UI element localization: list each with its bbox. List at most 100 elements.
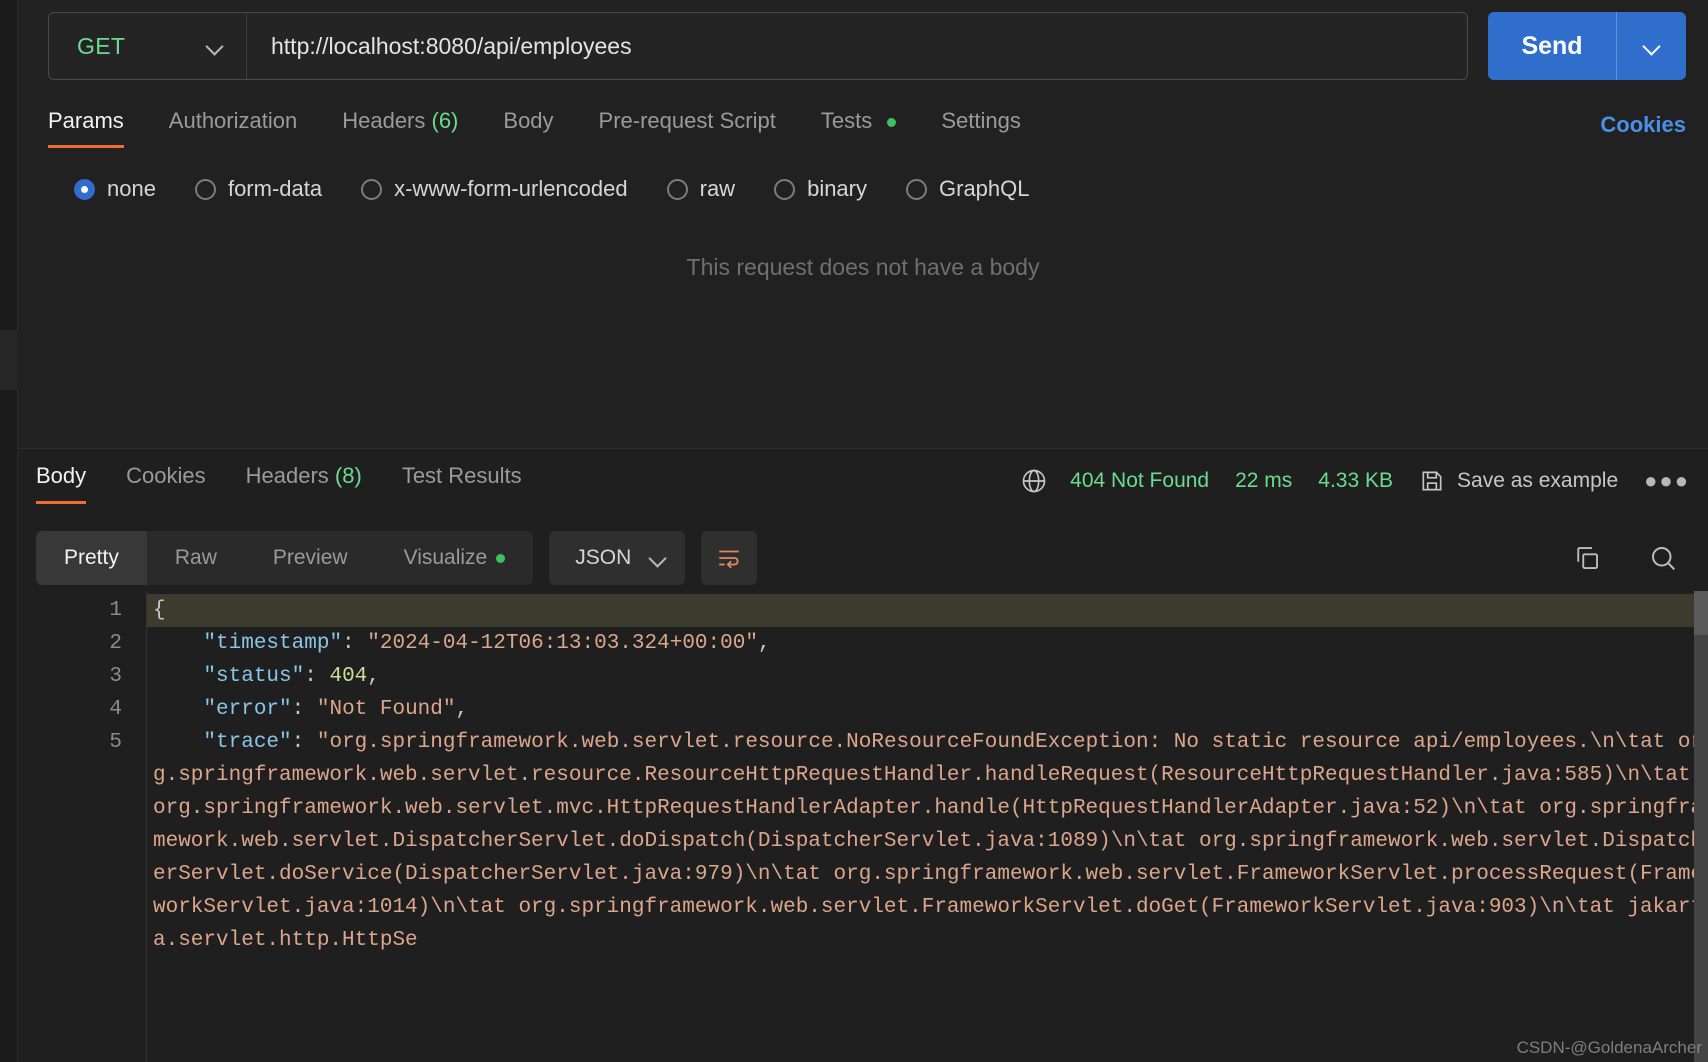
tab-label: Pre-request Script xyxy=(598,108,776,133)
radio-label: form-data xyxy=(227,176,323,201)
format-preview[interactable]: Preview xyxy=(245,531,376,585)
response-tab-body[interactable]: Body xyxy=(36,463,87,504)
postman-app-window: GET Send Params Authorization Headers xyxy=(0,0,1708,1062)
method-selector[interactable]: GET xyxy=(49,13,247,79)
body-type-raw[interactable]: raw xyxy=(666,176,735,202)
response-panel: Body Cookies Headers (8) Test Results 40… xyxy=(18,449,1708,1062)
status-code-text: 404 Not Found xyxy=(1070,469,1210,492)
tab-body[interactable]: Body xyxy=(503,108,553,148)
code-line-3: "status": 404, xyxy=(203,665,380,688)
response-scrollbar[interactable] xyxy=(1694,591,1708,1062)
tab-label: Settings xyxy=(941,108,1021,133)
radio-icon xyxy=(774,178,796,200)
tab-headers[interactable]: Headers (6) xyxy=(342,108,458,148)
format-label: Pretty xyxy=(64,546,119,569)
json-key-trace: "trace" xyxy=(203,731,292,754)
format-label: Preview xyxy=(272,546,348,569)
body-type-graphql[interactable]: GraphQL xyxy=(906,176,1030,202)
response-tab-test-results[interactable]: Test Results xyxy=(402,463,522,504)
url-bar: GET xyxy=(48,12,1468,80)
json-key-error: "error" xyxy=(203,698,292,721)
scrollbar-track[interactable] xyxy=(1694,635,1708,1062)
scrollbar-thumb[interactable] xyxy=(1694,591,1708,635)
line-number: 1 xyxy=(109,599,122,622)
response-body-viewer[interactable]: 1 2 3 4 5 { "timestamp": "2024-04-12T06:… xyxy=(36,591,1708,1062)
format-pretty[interactable]: Pretty xyxy=(36,531,147,585)
send-button[interactable]: Send xyxy=(1488,12,1616,80)
method-label: GET xyxy=(77,32,126,59)
line-number: 4 xyxy=(109,698,122,721)
cookies-link[interactable]: Cookies xyxy=(1600,112,1686,138)
radio-label: none xyxy=(107,176,156,201)
format-raw[interactable]: Raw xyxy=(147,531,245,585)
tab-label: Headers xyxy=(245,463,329,488)
body-type-radio-group: none form-data x-www-form-urlencoded raw… xyxy=(74,176,1069,202)
radio-icon xyxy=(666,178,688,200)
json-code[interactable]: { "timestamp": "2024-04-12T06:13:03.324+… xyxy=(146,591,1708,1062)
radio-label: binary xyxy=(807,176,867,201)
tab-params[interactable]: Params xyxy=(48,108,124,148)
response-tool-icons xyxy=(1572,543,1690,573)
save-icon xyxy=(1422,471,1442,491)
ellipsis-icon[interactable]: ●●● xyxy=(1644,468,1690,494)
tab-authorization[interactable]: Authorization xyxy=(169,108,297,148)
watermark: CSDN-@GoldenaArcher xyxy=(1516,1038,1702,1057)
json-value-error: "Not Found" xyxy=(316,698,456,721)
request-tabs: Params Authorization Headers (6) Body Pr… xyxy=(48,100,1686,156)
radio-icon xyxy=(74,178,95,200)
chevron-down-icon xyxy=(1643,37,1661,55)
tab-label: Test Results xyxy=(401,463,522,488)
word-wrap-icon xyxy=(719,550,740,569)
body-type-form-data[interactable]: form-data xyxy=(194,176,323,202)
radio-icon xyxy=(194,178,216,200)
visualize-indicator-dot xyxy=(496,553,506,563)
code-line-2: "timestamp": "2024-04-12T06:13:03.324+00… xyxy=(203,632,771,655)
format-label: Visualize xyxy=(403,546,488,569)
tab-label: Headers xyxy=(342,108,426,133)
json-value-status: 404 xyxy=(329,665,368,688)
chevron-down-icon xyxy=(206,37,224,55)
empty-body-message: This request does not have a body xyxy=(686,254,1040,280)
response-status-row: 404 Not Found 22 ms 4.33 KB Save as exam… xyxy=(1020,463,1690,499)
format-visualize[interactable]: Visualize xyxy=(376,531,534,585)
radio-label: x-www-form-urlencoded xyxy=(394,176,628,201)
json-open-brace: { xyxy=(153,599,166,622)
send-options-button[interactable] xyxy=(1616,12,1686,80)
search-icon[interactable] xyxy=(1648,543,1678,573)
radio-icon xyxy=(906,178,927,200)
tab-label: Tests xyxy=(820,108,873,133)
json-value-trace: "org.springframework.web.servlet.resourc… xyxy=(153,731,1704,952)
globe-icon xyxy=(1022,469,1046,493)
response-tab-headers[interactable]: Headers (8) xyxy=(246,463,362,504)
radio-label: GraphQL xyxy=(939,176,1030,201)
tab-label: Body xyxy=(36,463,87,488)
line-number-gutter: 1 2 3 4 5 xyxy=(36,591,146,1062)
body-type-x-www-form-urlencoded[interactable]: x-www-form-urlencoded xyxy=(361,176,628,202)
copy-icon[interactable] xyxy=(1572,543,1602,573)
tab-settings[interactable]: Settings xyxy=(941,108,1021,148)
json-key-timestamp: "timestamp" xyxy=(203,632,343,655)
tab-tests[interactable]: Tests xyxy=(820,108,897,148)
save-as-example-button[interactable]: Save as example xyxy=(1457,469,1618,493)
tab-count: (8) xyxy=(334,463,362,488)
json-value-timestamp: "2024-04-12T06:13:03.324+00:00" xyxy=(367,632,758,655)
response-time: 22 ms xyxy=(1235,469,1293,492)
request-panel: GET Send Params Authorization Headers xyxy=(18,0,1708,448)
send-button-group: Send xyxy=(1488,12,1686,80)
tab-count: (6) xyxy=(431,108,459,133)
word-wrap-button[interactable] xyxy=(701,531,758,585)
response-tabs: Body Cookies Headers (8) Test Results xyxy=(36,463,562,504)
body-type-binary[interactable]: binary xyxy=(774,176,867,202)
language-select[interactable]: JSON xyxy=(549,531,686,585)
url-input[interactable] xyxy=(247,13,1467,79)
response-header: Body Cookies Headers (8) Test Results 40… xyxy=(18,449,1708,525)
code-line-4: "error": "Not Found", xyxy=(203,698,469,721)
response-tab-cookies[interactable]: Cookies xyxy=(126,463,205,504)
tab-label: Authorization xyxy=(168,108,298,133)
response-format-toolbar: Pretty Raw Preview Visualize JSON xyxy=(36,531,1690,585)
left-rail xyxy=(0,0,18,1062)
left-rail-scroll-thumb[interactable] xyxy=(0,330,18,390)
line-number: 3 xyxy=(109,665,122,688)
tab-pre-request-script[interactable]: Pre-request Script xyxy=(599,108,776,148)
body-type-none[interactable]: none xyxy=(74,176,156,202)
